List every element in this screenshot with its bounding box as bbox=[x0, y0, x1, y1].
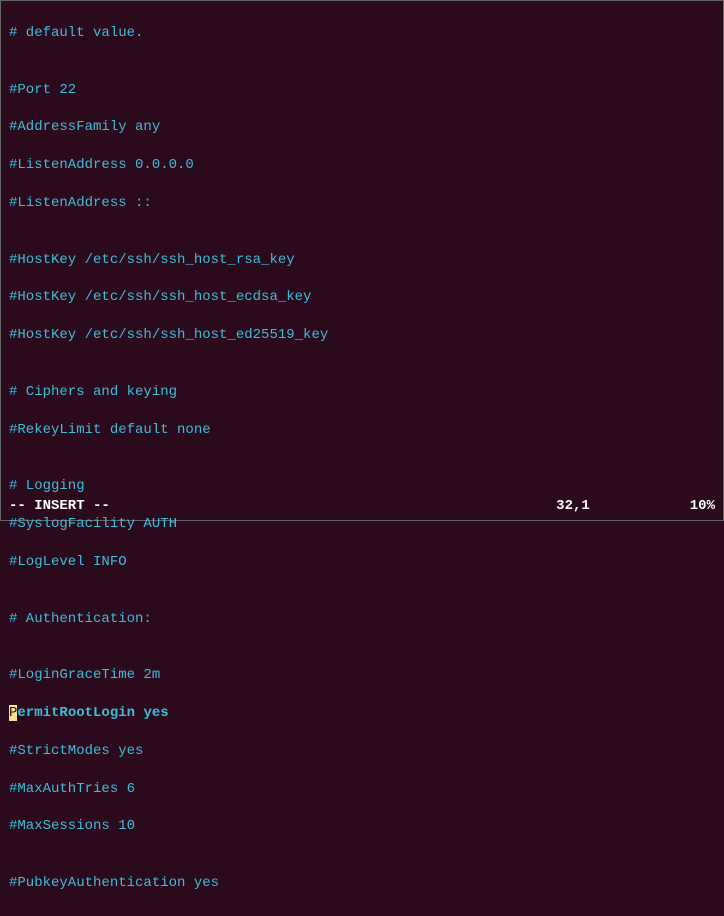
config-line: #MaxAuthTries 6 bbox=[9, 780, 715, 799]
config-line: #HostKey /etc/ssh/ssh_host_rsa_key bbox=[9, 251, 715, 270]
scroll-percent: 10% bbox=[690, 497, 715, 516]
editor-viewport[interactable]: # default value. #Port 22 #AddressFamily… bbox=[1, 1, 723, 916]
vim-status-bar: -- INSERT -- 32,1 10% bbox=[9, 497, 715, 516]
config-line: #StrictModes yes bbox=[9, 742, 715, 761]
config-line: # default value. bbox=[9, 24, 715, 43]
active-config-line: PermitRootLogin yes bbox=[9, 704, 715, 723]
config-line: #SyslogFacility AUTH bbox=[9, 515, 715, 534]
config-line: #Port 22 bbox=[9, 81, 715, 100]
cursor-position: 32,1 bbox=[556, 497, 590, 516]
config-line: #PubkeyAuthentication yes bbox=[9, 874, 715, 893]
config-line: #LogLevel INFO bbox=[9, 553, 715, 572]
config-line: #AddressFamily any bbox=[9, 118, 715, 137]
config-line: #ListenAddress :: bbox=[9, 194, 715, 213]
config-line: #RekeyLimit default none bbox=[9, 421, 715, 440]
config-line: #HostKey /etc/ssh/ssh_host_ed25519_key bbox=[9, 326, 715, 345]
config-line: #MaxSessions 10 bbox=[9, 817, 715, 836]
active-value: yes bbox=[143, 705, 168, 721]
config-line: # Ciphers and keying bbox=[9, 383, 715, 402]
config-line: #HostKey /etc/ssh/ssh_host_ecdsa_key bbox=[9, 288, 715, 307]
cursor: P bbox=[9, 705, 17, 721]
active-directive: ermitRootLogin bbox=[17, 705, 143, 721]
config-line: #LoginGraceTime 2m bbox=[9, 666, 715, 685]
mode-indicator: -- INSERT -- bbox=[9, 497, 110, 516]
config-line: # Authentication: bbox=[9, 610, 715, 629]
config-line: #ListenAddress 0.0.0.0 bbox=[9, 156, 715, 175]
config-line: # Logging bbox=[9, 477, 715, 496]
